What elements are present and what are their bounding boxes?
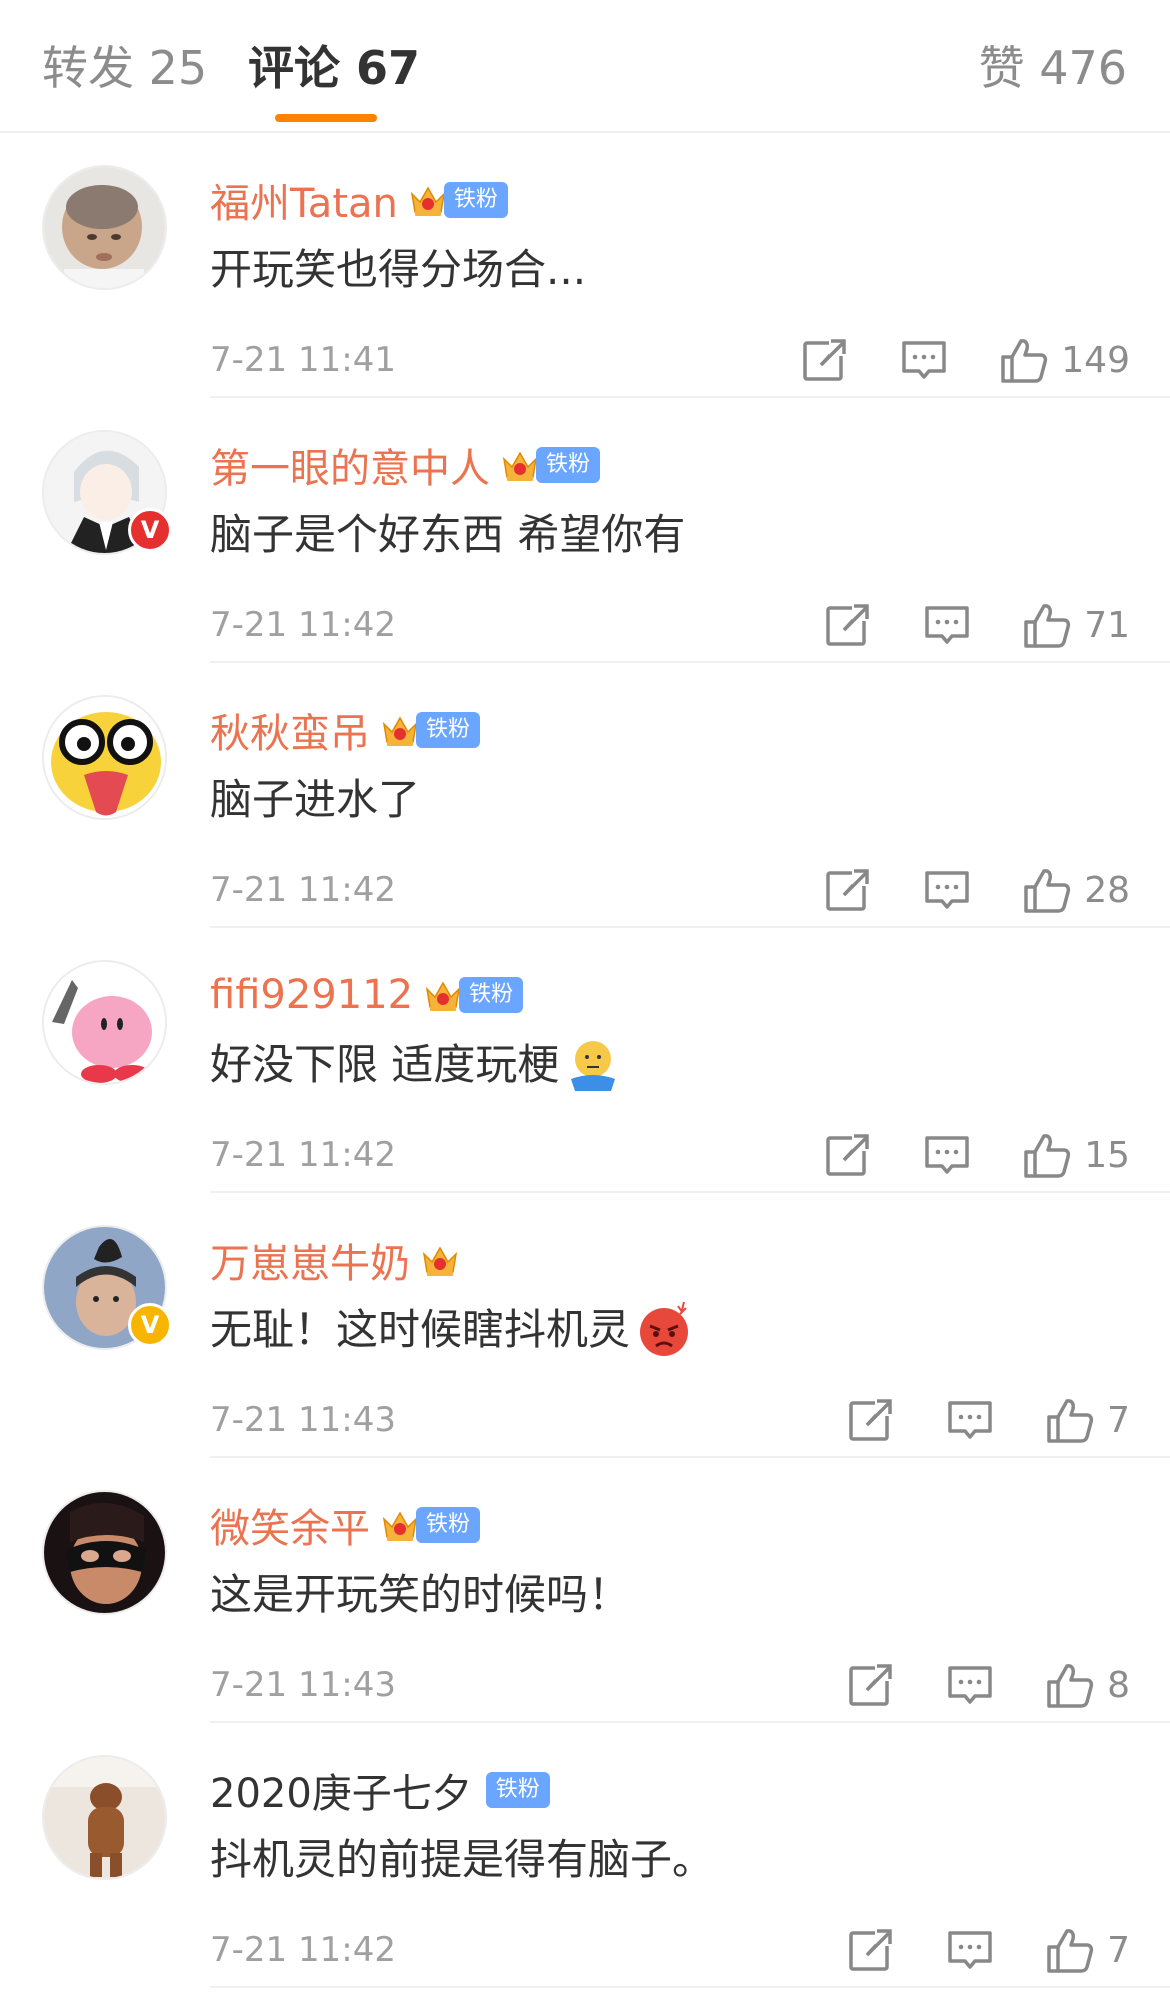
- reply-icon[interactable]: [945, 1395, 995, 1445]
- crown-icon: [408, 180, 448, 220]
- comment-actions: 7: [845, 1391, 1130, 1449]
- comment-actions: 15: [822, 1126, 1130, 1184]
- reply-icon[interactable]: [922, 865, 972, 915]
- comment-actions: 8: [845, 1656, 1130, 1714]
- fan-badge: 铁粉: [416, 1507, 481, 1543]
- username[interactable]: 福州Tatan: [210, 171, 398, 229]
- like-icon[interactable]: [1045, 1660, 1095, 1710]
- fan-badge: 铁粉: [416, 712, 481, 748]
- username[interactable]: 2020庚子七夕: [210, 1761, 472, 1819]
- crown-icon: [380, 1505, 420, 1545]
- like-icon[interactable]: [999, 335, 1049, 385]
- comment-text: 抖机灵的前提是得有脑子。: [210, 1835, 715, 1884]
- like-count: 71: [1084, 604, 1130, 646]
- comment-text: 开玩笑也得分场合...: [210, 245, 587, 294]
- like-icon[interactable]: [1045, 1925, 1095, 1975]
- fan-badge: 铁粉: [536, 447, 601, 483]
- goofy-face-avatar[interactable]: [42, 695, 167, 820]
- reply-icon[interactable]: [899, 335, 949, 385]
- crown-icon: [380, 710, 420, 750]
- comment-text: 无耻！这时候瞎抖机灵: [210, 1297, 694, 1363]
- reply-icon[interactable]: [945, 1925, 995, 1975]
- comment-text: 脑子进水了: [210, 775, 421, 824]
- angry-emoji-icon: [640, 1301, 689, 1356]
- bear-avatar[interactable]: [42, 1755, 167, 1880]
- comment-tabs: 转发 25 评论 67 赞 476: [0, 0, 1170, 133]
- kirby-knife-avatar[interactable]: [42, 960, 167, 1085]
- username[interactable]: fifi929112: [210, 972, 413, 1018]
- comment-item: 秋秋蛮吊 铁粉 脑子进水了 7-21 11:42 28: [0, 663, 1170, 928]
- verified-badge: V: [128, 1303, 172, 1347]
- tab-likes[interactable]: 赞 476: [979, 38, 1127, 98]
- comment-text: 脑子是个好东西 希望你有: [210, 510, 686, 559]
- like-icon[interactable]: [1022, 1130, 1072, 1180]
- share-icon[interactable]: [822, 865, 872, 915]
- comment-text: 这是开玩笑的时候吗！: [210, 1570, 631, 1619]
- reply-icon[interactable]: [922, 1130, 972, 1180]
- like-count: 7: [1107, 1929, 1130, 1971]
- fan-badge: 铁粉: [443, 182, 508, 218]
- like-count: 7: [1107, 1399, 1130, 1441]
- verified-badge: V: [128, 508, 172, 552]
- tab-repost[interactable]: 转发 25: [42, 38, 207, 98]
- like-count: 28: [1084, 869, 1130, 911]
- comment-item: 2020庚子七夕 铁粉 抖机灵的前提是得有脑子。 7-21 11:42 7: [0, 1723, 1170, 1988]
- comment-time: 7-21 11:42: [210, 605, 396, 645]
- username[interactable]: 万崽崽牛奶: [210, 1231, 410, 1289]
- comment-actions: 71: [822, 596, 1130, 654]
- username[interactable]: 秋秋蛮吊: [210, 701, 370, 759]
- like-icon[interactable]: [1045, 1395, 1095, 1445]
- divider: [210, 1986, 1170, 1988]
- username[interactable]: 第一眼的意中人: [210, 436, 490, 494]
- share-icon[interactable]: [845, 1925, 895, 1975]
- like-count: 8: [1107, 1664, 1130, 1706]
- like-count: 149: [1061, 339, 1130, 381]
- masked-avatar[interactable]: [42, 1490, 167, 1615]
- tab-comments[interactable]: 评论 67: [248, 38, 420, 98]
- reply-icon[interactable]: [945, 1660, 995, 1710]
- shrug-emoji-icon: [571, 1041, 616, 1091]
- comment-actions: 7: [845, 1921, 1130, 1979]
- comment-item: fifi929112 铁粉 好没下限 适度玩梗 7-21 11:42 15: [0, 928, 1170, 1193]
- comment-time: 7-21 11:42: [210, 1930, 396, 1970]
- share-icon[interactable]: [822, 600, 872, 650]
- crown-icon: [500, 445, 540, 485]
- comment-text: 好没下限 适度玩梗: [210, 1032, 623, 1098]
- crown-icon: [420, 1240, 460, 1280]
- comment-item: V 第一眼的意中人 铁粉 脑子是个好东西 希望你有 7-21 11:42 71: [0, 398, 1170, 663]
- like-count: 15: [1084, 1134, 1130, 1176]
- reply-icon[interactable]: [922, 600, 972, 650]
- fan-badge: 铁粉: [485, 1772, 550, 1808]
- share-icon[interactable]: [845, 1395, 895, 1445]
- crown-icon: [423, 975, 463, 1015]
- comment-actions: 149: [799, 331, 1130, 389]
- share-icon[interactable]: [799, 335, 849, 385]
- comment-time: 7-21 11:41: [210, 340, 396, 380]
- username[interactable]: 微笑余平: [210, 1496, 370, 1554]
- baby-avatar[interactable]: [42, 165, 167, 290]
- share-icon[interactable]: [822, 1130, 872, 1180]
- share-icon[interactable]: [845, 1660, 895, 1710]
- comment-actions: 28: [822, 861, 1130, 919]
- like-icon[interactable]: [1022, 600, 1072, 650]
- comment-time: 7-21 11:42: [210, 1135, 396, 1175]
- comment-time: 7-21 11:42: [210, 870, 396, 910]
- comment-list: 福州Tatan 铁粉 开玩笑也得分场合... 7-21 11:41 149 V: [0, 133, 1170, 1988]
- comment-item: V 万崽崽牛奶 无耻！这时候瞎抖机灵 7-21 11:43 7: [0, 1193, 1170, 1458]
- like-icon[interactable]: [1022, 865, 1072, 915]
- comment-item: 福州Tatan 铁粉 开玩笑也得分场合... 7-21 11:41 149: [0, 133, 1170, 398]
- comment-item: 微笑余平 铁粉 这是开玩笑的时候吗！ 7-21 11:43 8: [0, 1458, 1170, 1723]
- fan-badge: 铁粉: [459, 977, 524, 1013]
- active-tab-indicator: [275, 114, 377, 122]
- comment-time: 7-21 11:43: [210, 1400, 396, 1440]
- comment-time: 7-21 11:43: [210, 1665, 396, 1705]
